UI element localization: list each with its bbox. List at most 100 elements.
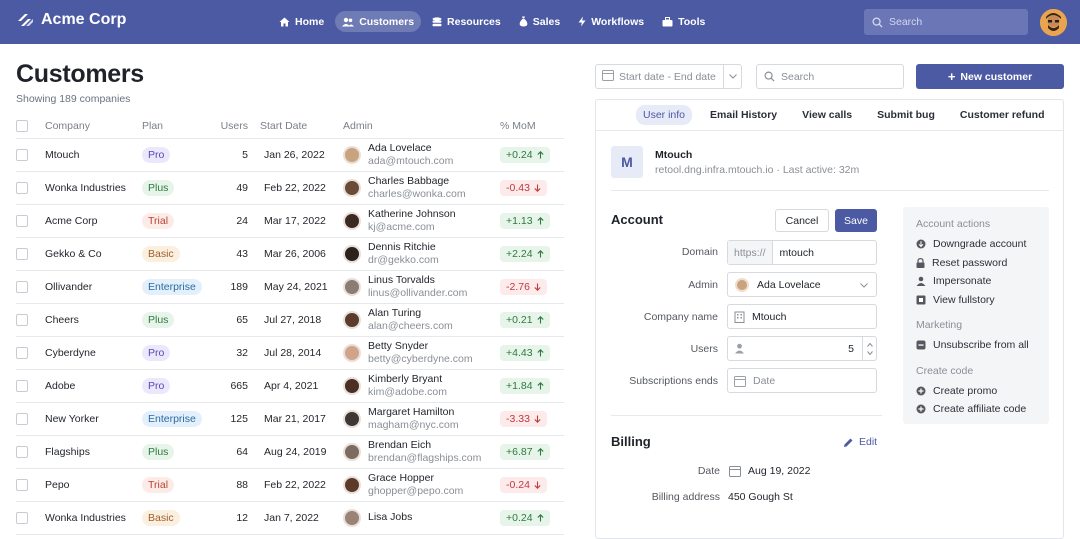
tab-submit-bug[interactable]: Submit bug [870, 105, 942, 125]
table-row[interactable]: Cheers Plus 65 Jul 27, 2018 Alan Turing alan@… [16, 303, 564, 337]
table-row[interactable]: New Yorker Enterprise 125 Mar 21, 2017 Marga… [16, 402, 564, 436]
table-row[interactable]: Ollivander Enterprise 189 May 24, 2021 Linus… [16, 270, 564, 304]
row-checkbox[interactable] [16, 346, 28, 359]
table-row[interactable]: Cyberdyne Pro 32 Jul 28, 2014 Betty Snyder be… [16, 336, 564, 370]
table-row[interactable]: Acme Corp Trial 24 Mar 17, 2022 Katherine Jo… [16, 204, 564, 238]
new-customer-button[interactable]: + New customer [916, 64, 1064, 89]
table-row[interactable]: Mtouch Pro 5 Jan 26, 2022 Ada Lovelace ada@mt… [16, 138, 564, 172]
nav-resources[interactable]: Resources [425, 11, 508, 32]
users-stepper[interactable]: 5 [727, 336, 877, 361]
admin-info: Katherine Johnson kj@acme.com [343, 208, 500, 234]
action-downgrade-account[interactable]: Downgrade account [916, 235, 1049, 254]
action-label: Reset password [932, 256, 1008, 269]
mom-badge: +1.13 [500, 212, 550, 229]
select-all-checkbox[interactable] [16, 119, 28, 132]
brand[interactable]: Acme Corp [16, 11, 126, 29]
table-header-row: Company Plan Users Start Date Admin % Mo… [16, 114, 564, 139]
billing-edit-link[interactable]: Edit [843, 436, 877, 448]
action-create-affiliate-code[interactable]: Create affiliate code [916, 400, 1049, 419]
table-row[interactable]: Wonka Industries Plus 49 Feb 22, 2022 Charle… [16, 171, 564, 205]
nav-sales[interactable]: Sales [512, 11, 567, 32]
start-date-cell: Jul 27, 2018 [260, 303, 343, 337]
row-checkbox[interactable] [16, 511, 28, 524]
billing-address-label: Billing address [651, 491, 720, 503]
company-name-field[interactable]: Mtouch [727, 304, 877, 329]
arrow-down-icon [534, 481, 541, 489]
user-avatar[interactable] [1040, 9, 1067, 36]
stepper-arrows-icon[interactable] [862, 337, 876, 360]
header-users[interactable]: Users [217, 114, 260, 139]
row-checkbox[interactable] [16, 478, 28, 491]
person-icon [916, 276, 926, 287]
action-reset-password[interactable]: Reset password [916, 254, 1049, 273]
action-view-fullstory[interactable]: View fullstory [916, 291, 1049, 310]
plan-badge: Pro [142, 344, 171, 361]
cancel-button[interactable]: Cancel [775, 209, 829, 232]
table-search-input[interactable]: Search [756, 64, 904, 89]
admin-label: Admin [688, 279, 718, 291]
tab-view-calls[interactable]: View calls [795, 105, 859, 125]
header-admin[interactable]: Admin [343, 114, 500, 139]
admin-email: charles@wonka.com [368, 187, 466, 200]
admin-info: Alan Turing alan@cheers.com [343, 307, 500, 333]
header-plan[interactable]: Plan [142, 114, 217, 139]
plus-circle-icon [916, 386, 926, 396]
minus-square-icon [916, 340, 926, 350]
table-row[interactable]: Adobe Pro 665 Apr 4, 2021 Kimberly Bryant kim… [16, 369, 564, 403]
row-checkbox[interactable] [16, 313, 28, 326]
chevron-down-icon[interactable] [723, 65, 741, 88]
company-name: Mtouch [655, 148, 693, 161]
table-row[interactable]: Gekko & Co Basic 43 Mar 26, 2006 Dennis Ritc… [16, 237, 564, 271]
admin-cell: Betty Snyder betty@cyberdyne.com [343, 336, 500, 370]
row-checkbox[interactable] [16, 280, 28, 293]
row-checkbox[interactable] [16, 379, 28, 392]
acme-logo-icon [18, 14, 33, 26]
row-checkbox[interactable] [16, 412, 28, 425]
row-select-cell [16, 468, 45, 502]
admin-cell: Brendan Eich brendan@flagships.com [343, 435, 500, 469]
date-range-placeholder: Start date - End date [619, 70, 716, 83]
nav-home[interactable]: Home [272, 11, 331, 32]
mom-badge: -0.24 [500, 476, 547, 493]
action-label: View fullstory [933, 293, 995, 306]
row-checkbox[interactable] [16, 247, 28, 260]
table-row[interactable]: Flagships Plus 64 Aug 24, 2019 Brendan Eich b… [16, 435, 564, 469]
admin-avatar [343, 376, 361, 395]
row-checkbox[interactable] [16, 445, 28, 458]
arrow-up-icon [536, 315, 544, 324]
action-impersonate[interactable]: Impersonate [916, 272, 1049, 291]
subscriptions-date-field[interactable]: Date [727, 368, 877, 393]
tab-customer-refund[interactable]: Customer refund [953, 105, 1052, 125]
admin-avatar [343, 211, 361, 230]
tab-email-history[interactable]: Email History [703, 105, 784, 125]
row-checkbox[interactable] [16, 214, 28, 227]
mom-cell: +0.24 [500, 138, 564, 172]
domain-field[interactable]: https:// mtouch [727, 240, 877, 265]
header-start-date[interactable]: Start Date [260, 114, 343, 139]
admin-name: Charles Babbage [368, 174, 450, 187]
table-row[interactable]: Pepo Trial 88 Feb 22, 2022 Grace Hopper ghopp… [16, 468, 564, 502]
header-mom[interactable]: % MoM [500, 114, 564, 139]
table-row[interactable]: Wonka Industries Basic 12 Jan 7, 2022 Lisa J… [16, 501, 564, 535]
search-icon [872, 16, 883, 28]
nav-tools[interactable]: Tools [655, 11, 712, 32]
global-search-input[interactable]: Search [864, 9, 1028, 35]
tab-user-info[interactable]: User info [636, 105, 693, 125]
date-range-picker[interactable]: Start date - End date [595, 64, 742, 89]
action-create-promo[interactable]: Create promo [916, 382, 1049, 401]
row-checkbox[interactable] [16, 181, 28, 194]
action-unsubscribe-from-all[interactable]: Unsubscribe from all [916, 336, 1049, 355]
header-company[interactable]: Company [45, 114, 142, 139]
calendar-icon [729, 464, 741, 482]
nav-workflows[interactable]: Workflows [571, 11, 651, 32]
row-select-cell [16, 237, 45, 271]
arrow-up-icon [536, 381, 544, 390]
admin-cell: Alan Turing alan@cheers.com [343, 303, 500, 337]
domain-label: Domain [681, 246, 718, 258]
admin-select[interactable]: Ada Lovelace [727, 272, 877, 297]
admin-avatar [343, 145, 361, 164]
nav-customers[interactable]: Customers [335, 11, 422, 32]
save-button[interactable]: Save [835, 209, 877, 232]
home-icon [279, 17, 290, 27]
row-checkbox[interactable] [16, 148, 28, 161]
